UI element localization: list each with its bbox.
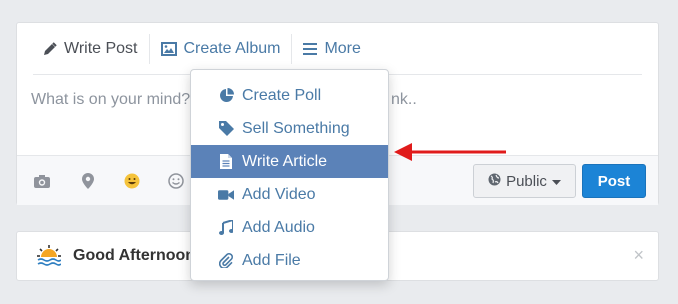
sunset-icon <box>37 245 62 272</box>
camera-icon[interactable] <box>33 172 51 190</box>
annotation-arrow-icon <box>394 143 506 161</box>
bars-icon <box>303 42 318 55</box>
privacy-label: Public <box>506 172 547 190</box>
menu-item-add-video[interactable]: Add Video <box>191 178 388 211</box>
smiley-outline-icon[interactable] <box>167 172 185 190</box>
tab-create-album[interactable]: Create Album <box>150 23 292 74</box>
video-camera-icon <box>218 189 234 201</box>
caret-down-icon <box>551 173 561 190</box>
privacy-dropdown-button[interactable]: Public <box>473 164 576 198</box>
menu-item-label: Add Audio <box>242 218 315 236</box>
image-icon <box>160 41 177 56</box>
tab-write-post[interactable]: Write Post <box>33 23 149 74</box>
menu-item-label: Write Article <box>242 152 328 170</box>
menu-item-label: Add Video <box>242 185 316 203</box>
menu-item-label: Create Poll <box>242 86 322 104</box>
more-dropdown-menu: Create Poll Sell Something Write Article… <box>190 69 389 281</box>
composer-tabs: Write Post Create Album More <box>33 23 642 75</box>
location-pin-icon[interactable] <box>79 172 97 190</box>
post-textarea-tail: nk.. <box>391 91 417 108</box>
post-textarea[interactable]: What is on your mind? <box>31 91 190 109</box>
menu-item-label: Sell Something <box>242 119 350 137</box>
tab-label: More <box>324 39 361 57</box>
paperclip-icon <box>218 253 234 268</box>
menu-item-sell-something[interactable]: Sell Something <box>191 112 388 145</box>
file-text-icon <box>218 154 234 169</box>
close-icon[interactable]: × <box>633 245 644 266</box>
tag-icon <box>218 121 234 136</box>
menu-item-label: Add File <box>242 251 301 269</box>
tab-label: Create Album <box>183 39 281 57</box>
menu-item-add-audio[interactable]: Add Audio <box>191 211 388 244</box>
tab-more[interactable]: More <box>292 23 371 74</box>
music-icon <box>218 220 234 235</box>
tab-label: Write Post <box>64 39 138 57</box>
pie-chart-icon <box>218 88 234 103</box>
menu-item-add-file[interactable]: Add File <box>191 244 388 277</box>
menu-item-write-article[interactable]: Write Article <box>191 145 388 178</box>
post-button[interactable]: Post <box>582 164 646 198</box>
greeting-text: Good Afternoon, <box>73 247 200 264</box>
emoji-icon[interactable] <box>123 172 141 190</box>
menu-item-create-poll[interactable]: Create Poll <box>191 79 388 112</box>
pencil-icon <box>43 41 57 56</box>
globe-icon <box>488 173 501 190</box>
